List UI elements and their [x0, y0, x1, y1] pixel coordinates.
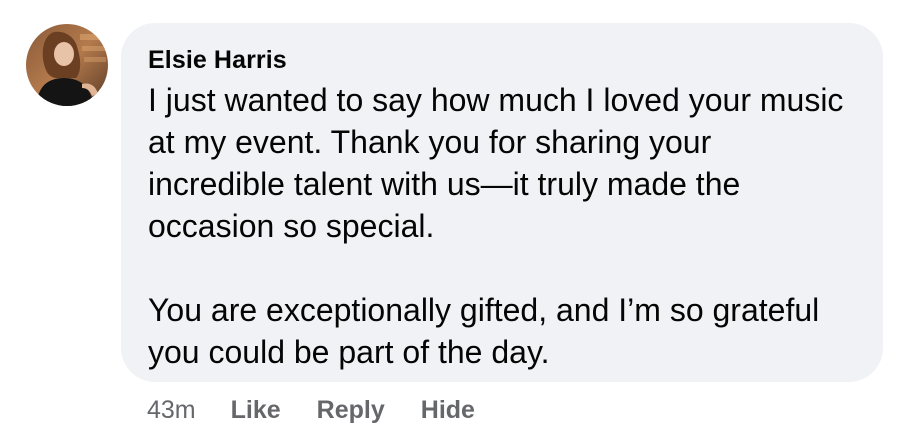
author-name[interactable]: Elsie Harris	[148, 45, 857, 75]
comment-bubble: Elsie Harris I just wanted to say how mu…	[121, 23, 883, 382]
avatar[interactable]	[26, 24, 108, 106]
profile-photo-icon	[26, 24, 108, 106]
comment: Elsie Harris I just wanted to say how mu…	[0, 0, 917, 441]
hide-button[interactable]: Hide	[421, 396, 475, 425]
comment-text: I just wanted to say how much I loved yo…	[148, 79, 857, 373]
comment-actions: 43m Like Reply Hide	[147, 394, 511, 426]
comment-paragraph: You are exceptionally gifted, and I’m so…	[148, 292, 820, 370]
comment-timestamp[interactable]: 43m	[147, 396, 196, 425]
reply-button[interactable]: Reply	[317, 396, 385, 425]
like-button[interactable]: Like	[231, 396, 281, 425]
comment-paragraph: I just wanted to say how much I loved yo…	[148, 82, 844, 244]
